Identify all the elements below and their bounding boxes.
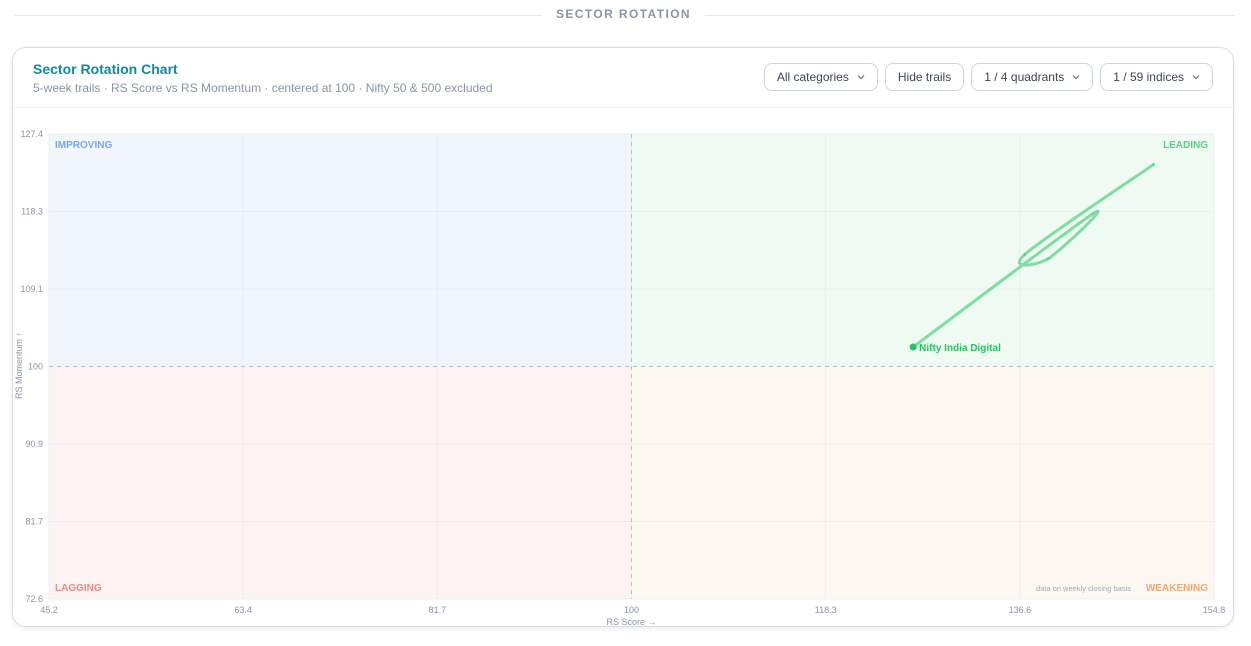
quadrant-label-improving: IMPROVING	[55, 140, 112, 151]
trail-point	[1023, 253, 1026, 256]
x-tick-label: 118.3	[815, 605, 837, 615]
quadrant-weakening	[631, 366, 1214, 599]
y-tick-label: 118.3	[21, 207, 43, 217]
x-tick-label: 136.6	[1009, 605, 1032, 615]
quadrant-label-leading: LEADING	[1163, 140, 1208, 151]
quadrant-label-weakening: WEAKENING	[1146, 583, 1208, 594]
y-axis-label: RS Momentum ↑	[14, 332, 24, 399]
y-tick-label: 81.7	[25, 517, 43, 527]
series-label: Nifty India Digital	[919, 343, 1001, 354]
y-tick-label: 72.6	[25, 594, 43, 604]
x-tick-label: 154.8	[1203, 605, 1226, 615]
trail-point	[1046, 257, 1050, 260]
y-tick-label: 100	[28, 362, 43, 372]
quadrant-leading	[631, 134, 1214, 367]
x-tick-label: 81.7	[429, 605, 447, 615]
trail-point	[1152, 163, 1155, 166]
rotation-chart: 45.2 63.4 81.7 100 118.3 136.6 154.8 127.4 118.3…	[14, 129, 1226, 627]
series-point[interactable]	[909, 343, 917, 351]
y-tick-label: 127.4	[20, 129, 43, 139]
x-tick-label: 63.4	[234, 605, 252, 615]
chart-note: data on weekly closing basis	[1036, 584, 1131, 593]
x-tick-label: 45.2	[40, 605, 58, 615]
quadrant-improving	[49, 134, 632, 367]
trail-point	[1091, 212, 1095, 215]
x-tick-label: 100	[624, 605, 639, 615]
y-tick-label: 90.9	[25, 439, 43, 449]
y-tick-label: 109.1	[20, 284, 43, 294]
quadrant-lagging	[49, 366, 632, 599]
quadrant-label-lagging: LAGGING	[55, 583, 102, 594]
x-axis-label: RS Score →	[606, 617, 656, 627]
